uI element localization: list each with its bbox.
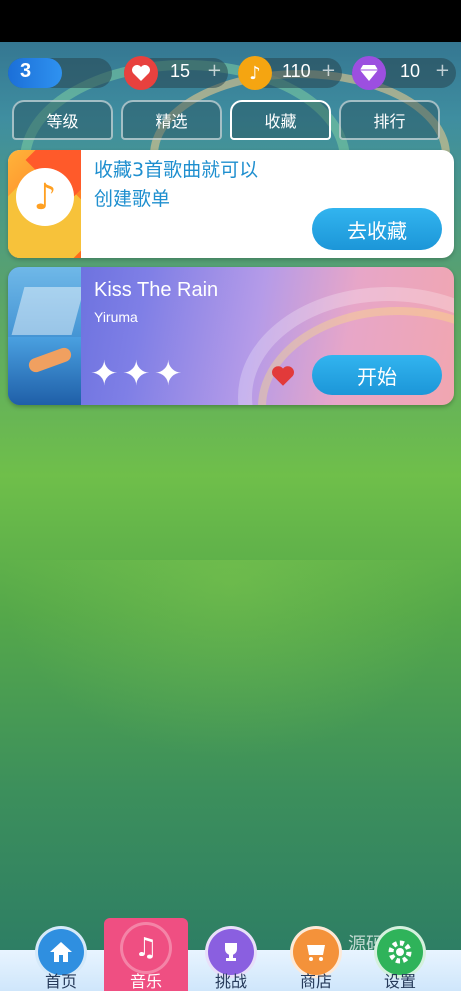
nav-home-label: 首页 bbox=[44, 972, 77, 991]
favorite-heart-icon[interactable] bbox=[270, 365, 296, 391]
go-collect-button[interactable]: 去收藏 bbox=[312, 208, 442, 250]
rating-star-icon: ✦ bbox=[122, 354, 151, 394]
rating-star-icon: ✦ bbox=[154, 354, 183, 394]
music-note-icon: ♫ bbox=[120, 922, 172, 974]
add-lives-button[interactable]: + bbox=[207, 60, 222, 81]
nav-settings[interactable]: 设置 bbox=[358, 926, 442, 991]
song-cover bbox=[8, 267, 81, 405]
category-tabs: 等级 精选 收藏 排行 bbox=[12, 100, 442, 140]
song-card[interactable]: Kiss The Rain Yiruma ✦ ✦ ✦ 开始 bbox=[8, 267, 454, 405]
rating-star-icon: ✦ bbox=[90, 354, 119, 394]
song-artist: Yiruma bbox=[94, 309, 138, 325]
song-title: Kiss The Rain bbox=[94, 279, 219, 301]
playlist-cover: ♪ bbox=[8, 150, 81, 258]
music-note-icon: ♪ bbox=[16, 168, 74, 226]
tab-level[interactable]: 等级 bbox=[12, 100, 113, 140]
stats-bar: 3 15 + ♪ 110 + 10 + bbox=[0, 54, 461, 92]
nav-challenge[interactable]: 挑战 bbox=[189, 926, 273, 991]
level-indicator: 3 bbox=[8, 58, 112, 88]
heart-icon bbox=[124, 56, 158, 90]
level-value: 3 bbox=[20, 60, 32, 82]
nav-challenge-label: 挑战 bbox=[214, 972, 247, 991]
status-bar bbox=[0, 0, 461, 42]
tab-ranking[interactable]: 排行 bbox=[339, 100, 440, 140]
start-song-button[interactable]: 开始 bbox=[312, 355, 442, 395]
tab-favorites[interactable]: 收藏 bbox=[230, 100, 331, 140]
diamond-icon bbox=[352, 56, 386, 90]
lives-value: 15 bbox=[170, 61, 191, 81]
gems-value: 10 bbox=[400, 61, 421, 81]
nav-music[interactable]: ♫ 音乐 bbox=[104, 918, 188, 991]
nav-shop[interactable]: 商店 bbox=[274, 926, 358, 991]
collect-prompt-line2: 创建歌单 bbox=[94, 188, 171, 210]
level-progress-fill bbox=[8, 58, 62, 88]
background-scenery bbox=[0, 0, 461, 991]
nav-music-label: 音乐 bbox=[129, 972, 162, 991]
collect-prompt-card: ♪ 收藏3首歌曲就可以 创建歌单 去收藏 bbox=[8, 150, 454, 258]
gear-icon bbox=[374, 926, 426, 978]
bottom-navigation: 首页 ♫ 音乐 挑战 商店 设置 bbox=[0, 918, 461, 991]
shop-icon bbox=[290, 926, 342, 978]
lives-counter: 15 + bbox=[124, 56, 228, 90]
notes-counter: ♪ 110 + bbox=[238, 56, 342, 90]
music-note-icon: ♪ bbox=[238, 56, 272, 90]
add-notes-button[interactable]: + bbox=[321, 60, 336, 81]
gems-counter: 10 + bbox=[352, 56, 456, 90]
nav-shop-label: 商店 bbox=[299, 972, 332, 991]
home-icon bbox=[35, 926, 87, 978]
tab-featured[interactable]: 精选 bbox=[121, 100, 222, 140]
add-gems-button[interactable]: + bbox=[435, 60, 450, 81]
nav-home[interactable]: 首页 bbox=[19, 926, 103, 991]
nav-settings-label: 设置 bbox=[383, 972, 416, 991]
notes-value: 110 bbox=[282, 61, 311, 81]
trophy-icon bbox=[205, 926, 257, 978]
collect-prompt-line1: 收藏3首歌曲就可以 bbox=[94, 159, 259, 181]
collect-prompt-text: 收藏3首歌曲就可以 创建歌单 bbox=[94, 156, 314, 214]
